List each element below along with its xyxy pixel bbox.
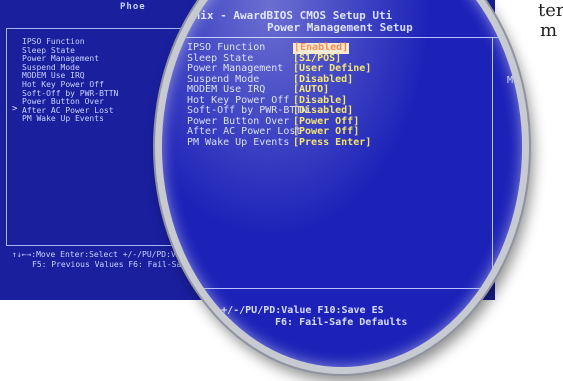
setting-label: IPSO Function [187,42,266,53]
footer-keys-magnified: ect +/-/PU/PD:Value F10:Save ES [197,305,384,316]
setting-values: [Enabled] [S1/POS] [User Define] [Disabl… [293,42,371,149]
setting-labels: IPSO Function Sleep State Power Manageme… [187,42,308,148]
menu-cursor-icon: > [12,104,18,114]
bios-menu-list: IPSO Function Sleep State Power Manageme… [22,37,118,124]
menu-item[interactable]: PM Wake Up Events [22,115,118,124]
magnifier-lens: enix - AwardBIOS CMOS Setup Uti Power Ma… [155,0,529,374]
setting-label: Power Management [187,63,284,74]
setting-value[interactable]: [Power Off] [293,126,371,138]
panel-divider [492,37,493,287]
bios-title: Phoe [120,2,146,12]
setting-value[interactable]: [User Define] [293,63,371,75]
setting-label: Soft-Off by PWR-BTTN [187,105,308,116]
page-text-fragment: ter [538,0,563,21]
help-panel-label: Menu [507,75,529,86]
page-text-fragment: m [540,20,558,41]
setting-value-selected[interactable]: [Enabled] [293,42,350,54]
setting-value[interactable]: [Disabled] [293,105,371,117]
bios-subtitle: Power Management Setup [267,21,413,34]
setting-label: MODEM Use IRQ [187,84,266,95]
footer-defaults-magnified: F6: Fail-Safe Defaults [275,317,408,328]
setting-label: After AC Power Lost [187,126,302,137]
setting-value[interactable]: [AUTO] [293,84,371,96]
setting-label: PM Wake Up Events [187,136,290,148]
setting-value[interactable]: [Press Enter] [293,137,371,149]
